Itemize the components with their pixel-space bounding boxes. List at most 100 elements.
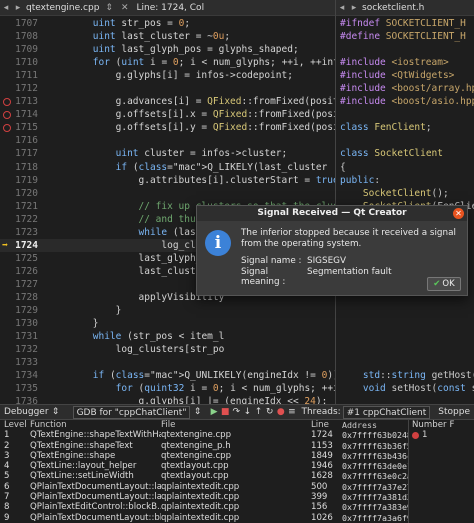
gdb-selector[interactable]: GDB for "cppChatClient" ⇕ [67,405,209,419]
code-line[interactable]: 1734 if (class="mac">Q_UNLIKELY(engineId… [0,369,335,382]
table-row[interactable]: 3 QTextEngine::shape qtextengine.cpp 1849 0x… [0,451,408,461]
step-out-icon[interactable]: ↑ [254,407,263,417]
dialog-title-bar[interactable]: Signal Received — Qt Creator ✕ [197,206,467,221]
table-row[interactable]: 7 QPlainTextDocumentLayout::la... qplainte… [0,492,408,502]
code-line[interactable]: 1732 log_clusters[str_po [0,343,335,356]
step-into-icon[interactable]: ↓ [243,407,252,417]
breakpoint-gutter[interactable] [0,382,15,395]
tab-left-arrow-icon[interactable]: ◂ [336,3,348,13]
table-row[interactable]: 8 QPlainTextEditControl::blockB... qplaint… [0,502,408,512]
code-line[interactable] [336,356,474,369]
code-line[interactable]: 1709 uint last_glyph_pos = glyphs_shaped… [0,43,335,56]
editor-pane-left[interactable]: ◂ ▸ qtextengine.cpp ⇕ ✕ Line: 1724, Col … [0,0,336,404]
breakpoint-gutter[interactable] [0,95,15,108]
breakpoint-gutter[interactable] [0,213,15,226]
tab-socketclient[interactable]: socketclient.h [360,3,426,13]
table-row[interactable]: 2 QTextEngine::shapeText qtextengine_p.h 11… [0,441,408,451]
breakpoint-gutter[interactable] [0,304,15,317]
code-line[interactable]: 1716 [0,134,335,147]
code-line[interactable]: 1733 [0,356,335,369]
breakpoints-panel[interactable]: Number F 1 [408,420,474,523]
code-line[interactable]: class SocketClient [336,147,474,160]
code-line[interactable]: class FenClient; [336,121,474,134]
breakpoint-gutter[interactable] [0,356,15,369]
breakpoint-gutter[interactable] [0,395,15,404]
breakpoint-gutter[interactable] [0,147,15,160]
code-line[interactable]: 1715 g.offsets[i].y = QFixed::fromFixed(… [0,121,335,134]
breakpoint-gutter[interactable] [0,200,15,213]
col-function[interactable]: Function [30,420,161,430]
ok-button[interactable]: ✔ OK [427,277,461,291]
code-line[interactable]: #include <boost/asio.hpp> [336,95,474,108]
breakpoint-gutter[interactable] [0,291,15,304]
code-line[interactable]: 1713 g.advances[i] = QFixed::fromFixed(p… [0,95,335,108]
code-line[interactable]: 1736 g.glyphs[i] |= (engineIdx << 24); [0,395,335,404]
code-line[interactable]: 1735 for (quint32 i = 0; i < num_glyphs;… [0,382,335,395]
breakpoint-icon[interactable] [3,124,11,133]
continue-icon[interactable]: ▶ [209,407,218,417]
breakpoint-gutter[interactable] [0,121,15,134]
breakpoint-gutter[interactable] [0,187,15,200]
breakpoint-gutter[interactable] [0,82,15,95]
breakpoint-gutter[interactable] [0,343,15,356]
breakpoint-icon[interactable] [3,111,11,120]
code-line[interactable]: #include <iostream> [336,56,474,69]
code-line[interactable] [336,395,474,404]
editor-pane-right[interactable]: ◂ ▸ socketclient.h #ifndef SOCKETCLIENT_… [336,0,474,404]
breakpoint-gutter[interactable] [0,43,15,56]
stop-icon[interactable]: ■ [221,407,230,417]
code-line[interactable]: 1729 } [0,304,335,317]
code-line[interactable]: { [336,161,474,174]
call-stack-panel[interactable]: Level Function File Line Address 1 QTextE… [0,420,408,523]
code-line[interactable]: #ifndef SOCKETCLIENT_H [336,17,474,30]
step-over-icon[interactable]: ↷ [232,407,241,417]
close-icon[interactable]: ✕ [453,208,464,219]
code-line[interactable]: #define SOCKETCLIENT_H [336,30,474,43]
col-function-short[interactable]: F [447,420,455,430]
col-line[interactable]: Line [311,420,342,430]
code-line[interactable]: 1714 g.offsets[i].x = QFixed::fromFixed(… [0,108,335,121]
breakpoint-gutter[interactable] [0,174,15,187]
code-line[interactable] [336,330,474,343]
code-line[interactable]: 1731 while (str_pos < item_l [0,330,335,343]
threads-selector[interactable]: Threads: #1 cppChatClient [297,405,434,419]
col-level[interactable]: Level [0,420,30,430]
toggle-breakpoint-icon[interactable]: ● [276,407,285,417]
breakpoint-gutter[interactable] [0,161,15,174]
breakpoint-gutter[interactable] [0,369,15,382]
breakpoint-gutter[interactable] [0,252,15,265]
code-line[interactable] [336,343,474,356]
table-row[interactable]: 1 QTextEngine::shapeTextWithHa... qtexteng… [0,430,408,440]
code-line[interactable]: void setHost(const st [336,382,474,395]
instruction-mode-icon[interactable]: ≡ [287,407,296,417]
tab-right-arrow-icon[interactable]: ▸ [12,3,24,13]
tab-left-arrow-icon[interactable]: ◂ [0,3,12,13]
breakpoint-gutter[interactable] [0,317,15,330]
code-line[interactable]: std::string getHost() [336,369,474,382]
breakpoint-gutter[interactable] [0,265,15,278]
code-line[interactable] [336,134,474,147]
breakpoint-gutter[interactable] [0,226,15,239]
col-number[interactable]: Number [409,420,447,430]
breakpoint-gutter[interactable] [0,17,15,30]
table-row[interactable]: 6 QPlainTextDocumentLayout::la... qplainte… [0,482,408,492]
tab-dropdown-icon[interactable]: ⇕ [101,3,117,13]
table-row[interactable]: 5 QTextLine::setLineWidth qtextlayout.cpp 1… [0,471,408,481]
tab-qtextengine[interactable]: qtextengine.cpp [24,3,101,13]
code-line[interactable]: 1708 uint last_cluster = ~0u; [0,30,335,43]
code-line[interactable]: 1718 if (class="mac">Q_LIKELY(last_clust… [0,161,335,174]
breakpoint-gutter[interactable] [0,69,15,82]
code-line[interactable]: 1719 g.attributes[i].clusterStart = true… [0,174,335,187]
breakpoint-row[interactable]: 1 [409,430,474,440]
code-line[interactable]: 1717 uint cluster = infos->cluster; [0,147,335,160]
code-line[interactable]: 1710 for (uint i = 0; i < num_glyphs; ++… [0,56,335,69]
breakpoint-icon[interactable] [3,98,11,107]
code-line[interactable] [336,304,474,317]
code-line[interactable] [336,317,474,330]
breakpoint-gutter[interactable] [0,108,15,121]
table-row[interactable]: 9 QPlainTextDocumentLayout::bl... qplainte… [0,513,408,523]
breakpoint-gutter[interactable] [0,134,15,147]
breakpoint-gutter[interactable] [0,330,15,343]
code-line[interactable]: 1711 g.glyphs[i] = infos->codepoint; [0,69,335,82]
breakpoint-gutter[interactable] [0,30,15,43]
